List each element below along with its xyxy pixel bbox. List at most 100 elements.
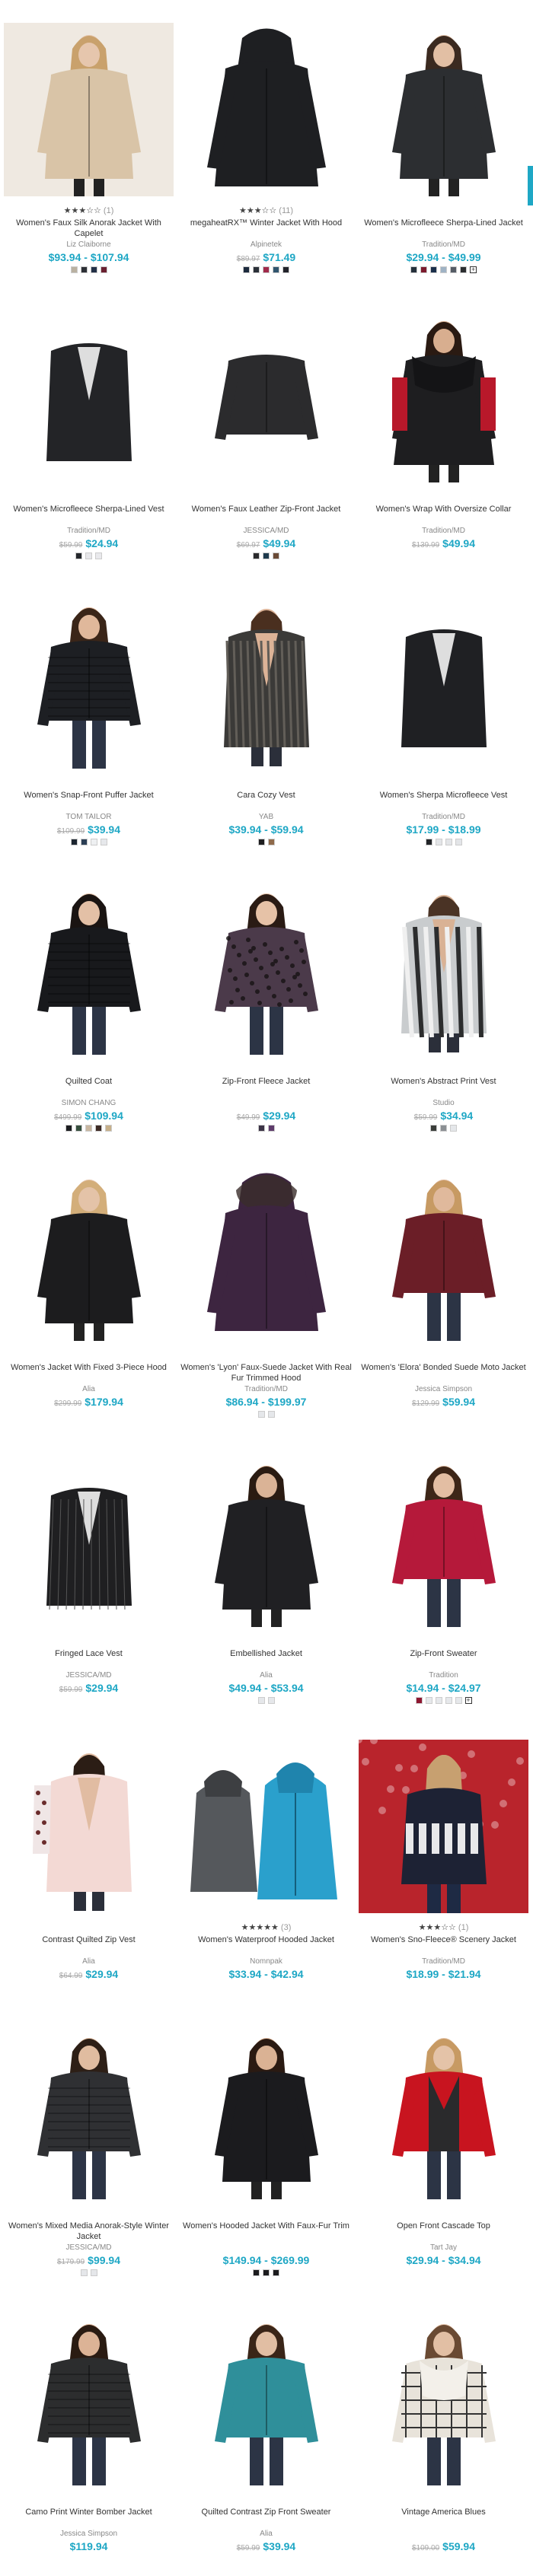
product-image[interactable] (4, 595, 174, 769)
color-swatch[interactable] (75, 552, 82, 559)
product-image[interactable] (359, 23, 528, 196)
product-image[interactable] (359, 595, 528, 769)
product-image[interactable] (4, 1740, 174, 1913)
color-swatch[interactable] (450, 1125, 457, 1132)
product-image[interactable] (4, 1454, 174, 1627)
color-swatch[interactable] (257, 839, 265, 845)
feedback-side-tab[interactable] (528, 166, 533, 205)
color-swatch[interactable] (263, 2269, 270, 2276)
product-image[interactable] (359, 1740, 528, 1913)
color-swatch[interactable] (90, 839, 97, 845)
color-swatch[interactable] (70, 839, 78, 845)
color-swatch[interactable] (85, 552, 92, 559)
product-name-link[interactable]: Women's 'Elora' Bonded Suede Moto Jacket (356, 1362, 531, 1373)
product-name-link[interactable]: Women's Microfleece Sherpa-Lined Jacket (356, 218, 531, 228)
more-colors-icon[interactable]: + (470, 266, 477, 273)
color-swatch[interactable] (263, 552, 270, 559)
product-name-link[interactable]: Contrast Quilted Zip Vest (2, 1934, 176, 1945)
color-swatch[interactable] (90, 266, 97, 273)
color-swatch[interactable] (253, 552, 260, 559)
product-name-link[interactable]: Women's Jacket With Fixed 3-Piece Hood (2, 1362, 176, 1373)
product-name-link[interactable]: Women's Sno-Fleece® Scenery Jacket (356, 1934, 531, 1945)
product-name-link[interactable]: megaheatRX™ Winter Jacket With Hood (179, 218, 353, 228)
product-name-link[interactable]: Women's 'Lyon' Faux-Suede Jacket With Re… (179, 1362, 353, 1384)
product-image[interactable] (181, 309, 351, 482)
product-image[interactable] (359, 1167, 528, 1341)
color-swatch[interactable] (65, 1125, 72, 1132)
product-image[interactable] (4, 309, 174, 482)
product-image[interactable] (181, 881, 351, 1055)
color-swatch[interactable] (95, 552, 102, 559)
color-swatch[interactable] (105, 1125, 112, 1132)
product-name-link[interactable]: Women's Mixed Media Anorak-Style Winter … (2, 2221, 176, 2242)
color-swatch[interactable] (440, 1125, 447, 1132)
color-swatch[interactable] (430, 266, 437, 273)
product-image[interactable] (181, 1167, 351, 1341)
product-image[interactable] (181, 1740, 351, 1913)
color-swatch[interactable] (273, 2269, 279, 2276)
product-image[interactable] (359, 309, 528, 482)
color-swatch[interactable] (410, 266, 417, 273)
product-name-link[interactable]: Women's Faux Silk Anorak Jacket With Cap… (2, 218, 176, 239)
color-swatch[interactable] (435, 1697, 442, 1704)
product-image[interactable] (181, 2312, 351, 2485)
color-swatch[interactable] (95, 1125, 102, 1132)
product-image[interactable] (181, 2026, 351, 2199)
product-name-link[interactable]: Women's Sherpa Microfleece Vest (356, 790, 531, 801)
product-image[interactable] (181, 23, 351, 196)
product-name-link[interactable]: Zip-Front Sweater (356, 1648, 531, 1659)
color-swatch[interactable] (253, 2269, 260, 2276)
color-swatch[interactable] (282, 266, 289, 273)
color-swatch[interactable] (267, 1411, 275, 1418)
color-swatch[interactable] (243, 266, 250, 273)
product-image[interactable] (181, 1454, 351, 1627)
product-name-link[interactable]: Zip-Front Fleece Jacket (179, 1076, 353, 1087)
product-image[interactable] (359, 2026, 528, 2199)
color-swatch[interactable] (430, 1125, 437, 1132)
color-swatch[interactable] (80, 2269, 88, 2276)
color-swatch[interactable] (267, 839, 275, 845)
product-name-link[interactable]: Women's Microfleece Sherpa-Lined Vest (2, 504, 176, 514)
color-swatch[interactable] (445, 1697, 452, 1704)
color-swatch[interactable] (445, 839, 452, 845)
color-swatch[interactable] (420, 266, 427, 273)
color-swatch[interactable] (415, 1697, 423, 1704)
color-swatch[interactable] (455, 1697, 462, 1704)
color-swatch[interactable] (460, 266, 467, 273)
product-image[interactable] (4, 2026, 174, 2199)
product-name-link[interactable]: Embellished Jacket (179, 1648, 353, 1659)
color-swatch[interactable] (425, 1697, 432, 1704)
product-name-link[interactable]: Quilted Coat (2, 1076, 176, 1087)
product-name-link[interactable]: Women's Abstract Print Vest (356, 1076, 531, 1087)
product-image[interactable] (4, 881, 174, 1055)
product-image[interactable] (181, 595, 351, 769)
product-name-link[interactable]: Quilted Contrast Zip Front Sweater (179, 2507, 353, 2517)
color-swatch[interactable] (273, 266, 279, 273)
color-swatch[interactable] (455, 839, 462, 845)
product-name-link[interactable]: Women's Hooded Jacket With Faux-Fur Trim (179, 2221, 353, 2231)
color-swatch[interactable] (80, 839, 88, 845)
color-swatch[interactable] (425, 839, 432, 845)
color-swatch[interactable] (263, 266, 270, 273)
color-swatch[interactable] (253, 266, 260, 273)
product-name-link[interactable]: Women's Wrap With Oversize Collar (356, 504, 531, 514)
color-swatch[interactable] (267, 1697, 275, 1704)
color-swatch[interactable] (435, 839, 442, 845)
product-name-link[interactable]: Cara Cozy Vest (179, 790, 353, 801)
color-swatch[interactable] (100, 839, 107, 845)
color-swatch[interactable] (90, 2269, 97, 2276)
product-name-link[interactable]: Women's Snap-Front Puffer Jacket (2, 790, 176, 801)
color-swatch[interactable] (257, 1697, 265, 1704)
product-image[interactable] (4, 23, 174, 196)
product-name-link[interactable]: Women's Waterproof Hooded Jacket (179, 1934, 353, 1945)
product-name-link[interactable]: Fringed Lace Vest (2, 1648, 176, 1659)
more-colors-icon[interactable]: + (464, 1697, 472, 1704)
product-image[interactable] (4, 1167, 174, 1341)
color-swatch[interactable] (85, 1125, 92, 1132)
product-name-link[interactable]: Camo Print Winter Bomber Jacket (2, 2507, 176, 2517)
product-image[interactable] (359, 1454, 528, 1627)
color-swatch[interactable] (80, 266, 88, 273)
product-name-link[interactable]: Vintage America Blues (356, 2507, 531, 2517)
color-swatch[interactable] (267, 1125, 275, 1132)
color-swatch[interactable] (70, 266, 78, 273)
